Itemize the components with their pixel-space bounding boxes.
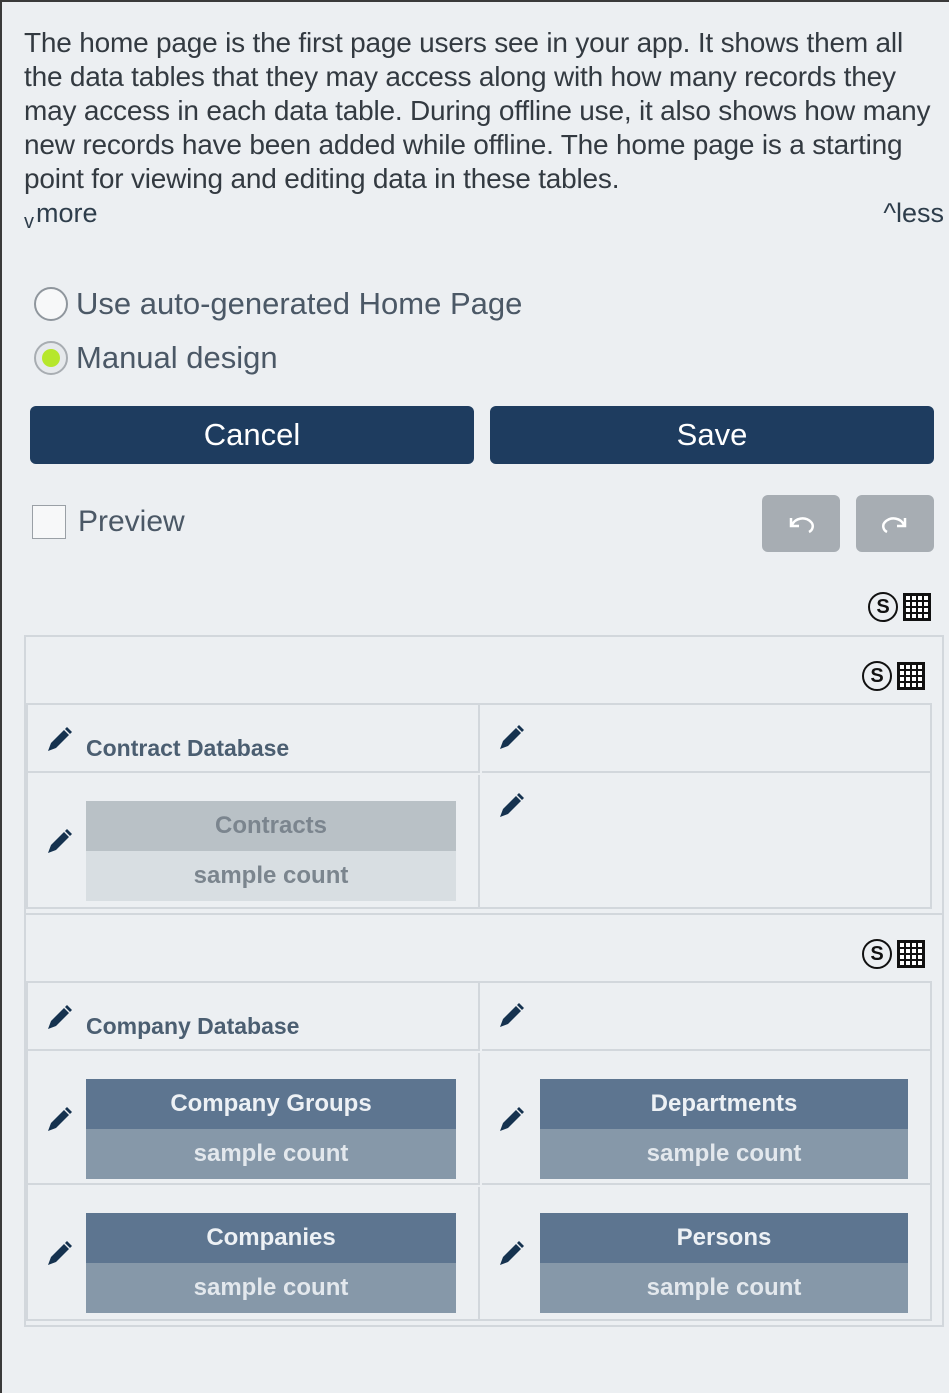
table-tile-company-groups[interactable]: Company Groups sample count <box>86 1079 456 1179</box>
radio-manual-design[interactable]: Manual design <box>34 338 278 378</box>
section-controls: S <box>862 661 926 691</box>
preview-checkbox[interactable] <box>32 505 66 539</box>
pencil-icon[interactable] <box>496 1001 526 1031</box>
table-tile-companies[interactable]: Companies sample count <box>86 1213 456 1313</box>
tile-cell: Contracts sample count <box>28 775 480 907</box>
pencil-icon[interactable] <box>496 723 526 753</box>
empty-cell <box>482 983 930 1051</box>
tile-count: sample count <box>86 1129 456 1179</box>
radio-auto-circle[interactable] <box>34 287 68 321</box>
pencil-icon[interactable] <box>496 791 526 821</box>
tile-cell: Persons sample count <box>482 1187 930 1319</box>
more-prefix: v <box>24 211 34 233</box>
db-label: Contract Database <box>86 735 290 761</box>
section-divider <box>26 913 942 915</box>
save-button[interactable]: Save <box>490 406 934 464</box>
radio-auto-label: Use auto-generated Home Page <box>76 286 523 321</box>
tile-count: sample count <box>86 1263 456 1313</box>
section-header-cell: Company Database <box>28 983 480 1051</box>
tile-title: Contracts <box>86 801 456 851</box>
table-tile-persons[interactable]: Persons sample count <box>540 1213 908 1313</box>
home-page-layout: S Contract Database Contracts sample cou… <box>24 635 944 1327</box>
table-grid-icon[interactable] <box>896 661 926 691</box>
more-less-row: vmore ^less <box>24 198 944 238</box>
style-icon[interactable]: S <box>868 592 898 622</box>
empty-cell <box>482 705 930 773</box>
radio-selected-dot <box>42 349 60 367</box>
undo-button[interactable] <box>762 495 840 552</box>
cancel-button[interactable]: Cancel <box>30 406 474 464</box>
pencil-icon[interactable] <box>496 1105 526 1135</box>
tile-count: sample count <box>540 1129 908 1179</box>
table-tile-departments[interactable]: Departments sample count <box>540 1079 908 1179</box>
style-icon[interactable]: S <box>862 939 892 969</box>
tile-title: Companies <box>86 1213 456 1263</box>
radio-auto-generated[interactable]: Use auto-generated Home Page <box>34 284 522 324</box>
more-link[interactable]: vmore <box>24 198 98 233</box>
tile-cell: Companies sample count <box>28 1187 480 1319</box>
section-controls: S <box>862 939 926 969</box>
radio-manual-circle[interactable] <box>34 341 68 375</box>
tile-count: sample count <box>86 851 456 901</box>
pencil-icon[interactable] <box>44 1003 74 1033</box>
pencil-icon[interactable] <box>44 827 74 857</box>
radio-manual-label: Manual design <box>76 340 278 375</box>
section-contract-database: Contract Database Contracts sample count <box>26 703 932 909</box>
table-grid-icon[interactable] <box>902 592 932 622</box>
pencil-icon[interactable] <box>44 1239 74 1269</box>
tile-cell: Departments sample count <box>482 1053 930 1185</box>
section-header-cell: Contract Database <box>28 705 480 773</box>
page-controls: S <box>868 592 932 622</box>
section-company-database: Company Database Company Groups sample c… <box>26 981 932 1321</box>
table-tile-contracts[interactable]: Contracts sample count <box>86 801 456 901</box>
redo-button[interactable] <box>856 495 934 552</box>
empty-cell <box>482 775 930 907</box>
tile-title: Persons <box>540 1213 908 1263</box>
less-link[interactable]: ^less <box>883 198 944 229</box>
home-page-settings-panel: The home page is the first page users se… <box>0 0 949 1393</box>
pencil-icon[interactable] <box>44 725 74 755</box>
tile-title: Company Groups <box>86 1079 456 1129</box>
db-label: Company Database <box>86 1013 300 1039</box>
table-grid-icon[interactable] <box>896 939 926 969</box>
preview-toggle[interactable]: Preview <box>32 502 185 542</box>
undo-icon <box>789 516 814 533</box>
preview-label: Preview <box>78 505 185 538</box>
intro-text: The home page is the first page users se… <box>24 27 931 194</box>
style-icon[interactable]: S <box>862 661 892 691</box>
tile-cell: Company Groups sample count <box>28 1053 480 1185</box>
redo-icon <box>882 516 907 533</box>
tile-count: sample count <box>540 1263 908 1313</box>
tile-title: Departments <box>540 1079 908 1129</box>
more-label: more <box>36 198 98 228</box>
pencil-icon[interactable] <box>496 1239 526 1269</box>
pencil-icon[interactable] <box>44 1105 74 1135</box>
